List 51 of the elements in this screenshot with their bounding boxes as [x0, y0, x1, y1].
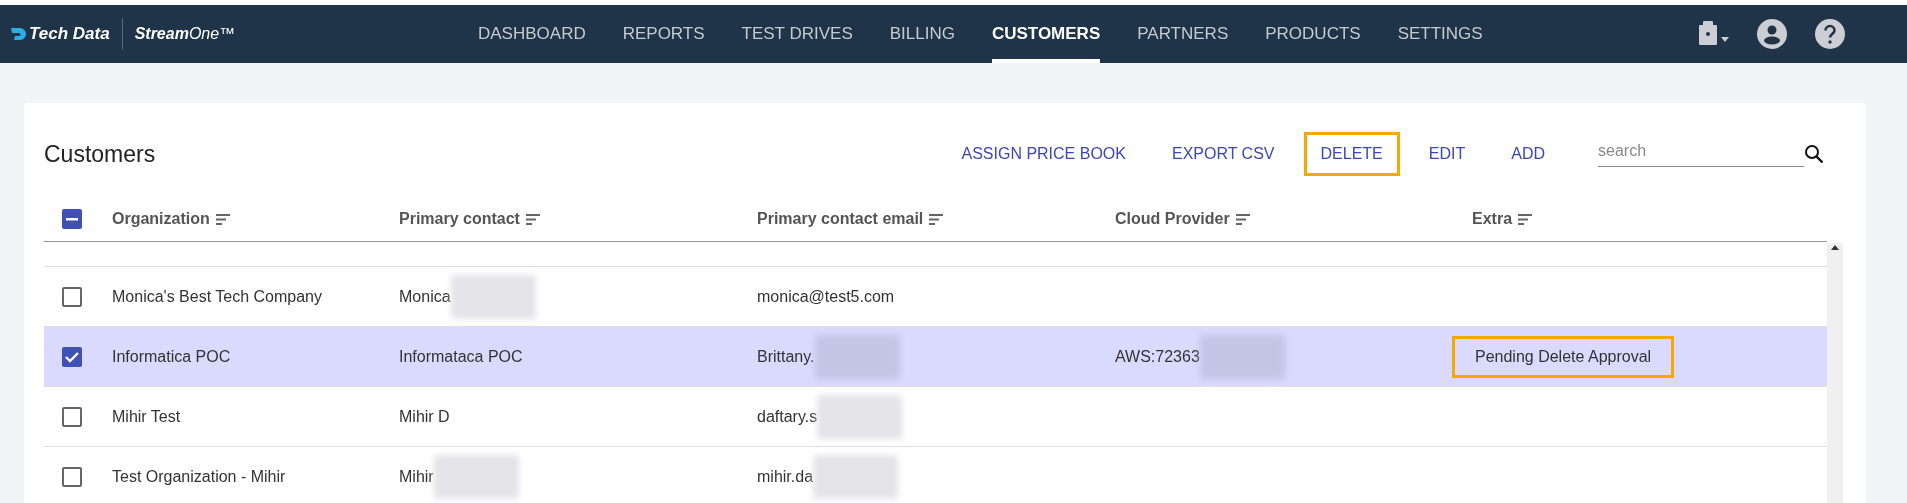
- nav-tab[interactable]: BILLING: [889, 5, 955, 63]
- checkbox[interactable]: [60, 464, 84, 489]
- table-cell: Brittany.: [757, 347, 815, 366]
- checkbox[interactable]: [60, 404, 84, 429]
- nav-tab[interactable]: PARTNERS: [1137, 5, 1229, 63]
- table-cell: Test Organization - Mihir: [112, 467, 286, 486]
- nav-tab[interactable]: PRODUCTS: [1265, 5, 1361, 63]
- checkbox[interactable]: [60, 344, 84, 369]
- column-header[interactable]: Extra: [1472, 210, 1513, 228]
- table-cell: mihir.da: [757, 467, 814, 486]
- column-header[interactable]: Primary contact: [399, 210, 520, 228]
- action-button[interactable]: DELETE: [1303, 132, 1400, 176]
- sort-icon[interactable]: [1235, 213, 1250, 225]
- action-button[interactable]: EDIT: [1411, 132, 1483, 176]
- search-icon[interactable]: [1804, 144, 1824, 164]
- sort-icon[interactable]: [215, 213, 230, 225]
- sort-icon[interactable]: [525, 213, 540, 225]
- scrollbar[interactable]: [1827, 243, 1843, 503]
- checkbox[interactable]: [60, 207, 84, 231]
- nav-tab[interactable]: REPORTS: [622, 5, 705, 63]
- table-cell: Monica's Best Tech Company: [112, 287, 322, 306]
- table-cell: daftary.s: [757, 407, 818, 426]
- column-header[interactable]: Primary contact email: [757, 210, 924, 228]
- account-icon[interactable]: [1757, 19, 1787, 49]
- scroll-up-icon[interactable]: [1830, 243, 1840, 251]
- action-button[interactable]: EXPORT CSV: [1154, 132, 1292, 176]
- search-field[interactable]: search: [1598, 141, 1804, 167]
- table-cell: Informataca POC: [399, 347, 523, 366]
- sort-icon[interactable]: [1518, 213, 1533, 225]
- column-header[interactable]: Organization: [112, 210, 210, 228]
- checkbox[interactable]: [60, 284, 84, 309]
- nav-tab[interactable]: CUSTOMERS: [991, 5, 1101, 63]
- table-cell: Mihir D: [399, 407, 450, 426]
- table-cell: AWS:72363: [1115, 347, 1200, 366]
- table-cell: Informatica POC: [112, 347, 231, 366]
- action-button[interactable]: ASSIGN PRICE BOOK: [944, 132, 1143, 176]
- nav-tab[interactable]: SETTINGS: [1397, 5, 1483, 63]
- action-button[interactable]: ADD: [1494, 132, 1562, 176]
- column-header[interactable]: Cloud Provider: [1115, 210, 1230, 228]
- nav-tab[interactable]: TEST DRIVES: [741, 5, 853, 63]
- panel-title: Customers: [44, 140, 157, 168]
- brand-logo: Tech Data: [10, 24, 110, 44]
- table-cell: monica@test5.com: [757, 287, 895, 306]
- table-cell: Mihir: [399, 467, 434, 486]
- nav-tab[interactable]: DASHBOARD: [478, 5, 586, 63]
- sort-icon[interactable]: [929, 213, 944, 225]
- status-tag: Pending Delete Approval: [1452, 335, 1675, 378]
- table-cell: Mihir Test: [112, 407, 181, 426]
- table-cell: Monica: [399, 287, 451, 306]
- product-logo: StreamOne™: [134, 25, 236, 43]
- help-icon[interactable]: [1815, 19, 1845, 49]
